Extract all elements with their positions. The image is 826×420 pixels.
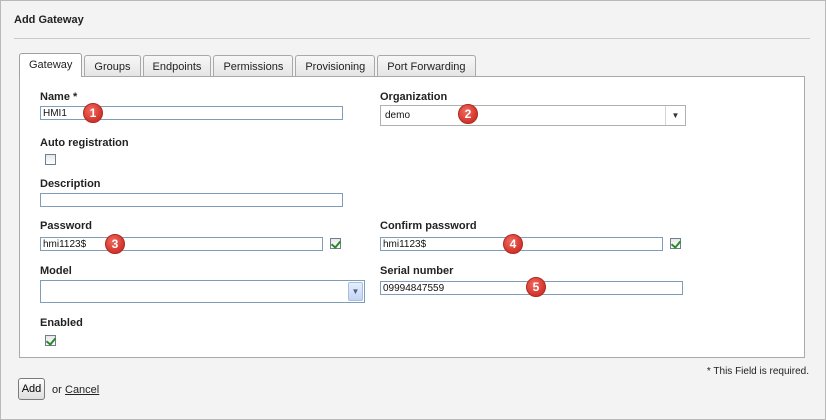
auto-registration-label: Auto registration bbox=[40, 137, 129, 149]
tab-gateway[interactable]: Gateway bbox=[19, 53, 83, 77]
password-label: Password bbox=[40, 220, 92, 232]
tab-bar: Gateway Groups Endpoints Permissions Pro… bbox=[19, 53, 478, 77]
triangle-down-icon[interactable]: ▼ bbox=[665, 106, 685, 125]
add-button[interactable]: Add bbox=[18, 378, 45, 400]
description-input[interactable] bbox=[40, 193, 343, 207]
tab-groups[interactable]: Groups bbox=[84, 55, 141, 77]
description-label: Description bbox=[40, 178, 101, 190]
name-label: Name * bbox=[40, 91, 78, 103]
gateway-form-panel: Name * 1 Organization demo ▼ 2 Auto regi… bbox=[19, 76, 805, 358]
model-select[interactable]: ▼ bbox=[40, 280, 365, 303]
model-label: Model bbox=[40, 265, 72, 277]
cancel-link[interactable]: Cancel bbox=[65, 384, 99, 396]
required-field-note: * This Field is required. bbox=[706, 366, 809, 377]
organization-select-value: demo bbox=[385, 110, 411, 121]
callout-badge-1: 1 bbox=[83, 103, 103, 123]
enabled-label: Enabled bbox=[40, 317, 83, 329]
confirm-password-label: Confirm password bbox=[380, 220, 477, 232]
callout-badge-5: 5 bbox=[526, 277, 546, 297]
page-title: Add Gateway bbox=[14, 14, 84, 26]
tab-port-forwarding[interactable]: Port Forwarding bbox=[377, 55, 476, 77]
chevron-down-icon[interactable]: ▼ bbox=[348, 282, 363, 301]
enabled-checkbox[interactable] bbox=[45, 335, 56, 346]
callout-badge-4: 4 bbox=[503, 234, 523, 254]
serial-number-label: Serial number bbox=[380, 265, 454, 277]
callout-badge-3: 3 bbox=[105, 234, 125, 254]
organization-label: Organization bbox=[380, 91, 448, 103]
callout-badge-2: 2 bbox=[458, 104, 478, 124]
tab-provisioning[interactable]: Provisioning bbox=[295, 55, 376, 77]
title-divider bbox=[14, 38, 810, 39]
password-valid-check-icon bbox=[330, 238, 341, 249]
password-input[interactable] bbox=[40, 237, 323, 251]
tab-permissions[interactable]: Permissions bbox=[213, 55, 294, 77]
confirm-password-valid-check-icon bbox=[670, 238, 681, 249]
auto-registration-checkbox[interactable] bbox=[45, 154, 56, 165]
organization-select[interactable]: demo ▼ bbox=[380, 105, 686, 126]
or-text: or bbox=[52, 384, 62, 396]
tab-endpoints[interactable]: Endpoints bbox=[142, 55, 212, 77]
